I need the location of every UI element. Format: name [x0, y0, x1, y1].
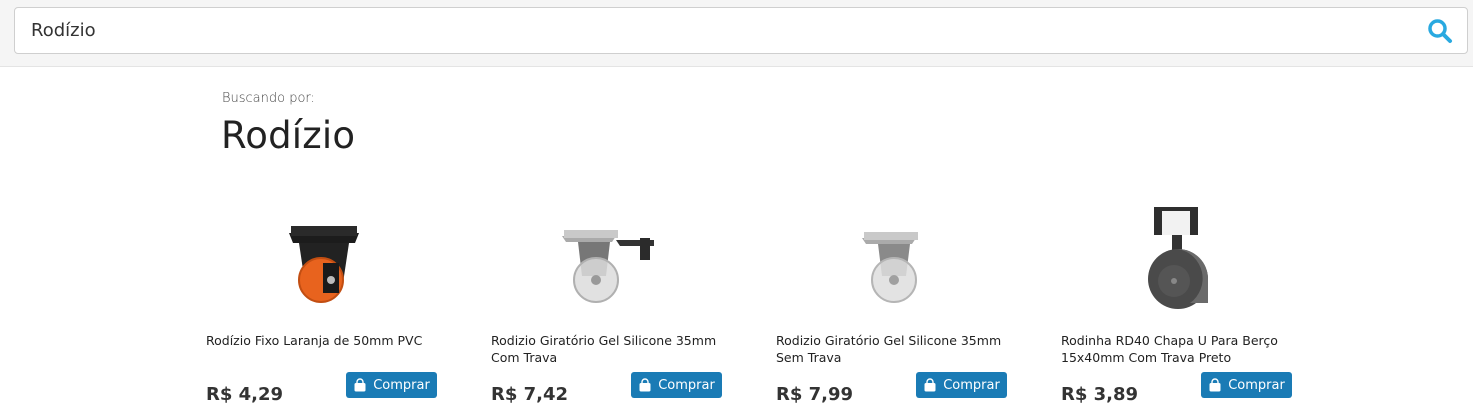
search-label: Buscando por: — [222, 91, 315, 106]
product-card: Rodizio Giratório Gel Silicone 35mm Sem … — [776, 200, 1026, 418]
product-card: Rodinha RD40 Chapa U Para Berço 15x40mm … — [1061, 200, 1311, 418]
buy-button[interactable]: Comprar — [916, 372, 1007, 398]
product-price: R$ 4,29 — [206, 384, 284, 405]
shopping-bag-icon — [1209, 378, 1221, 392]
product-card: Rodízio Fixo Laranja de 50mm PVC R$ 4,29… — [206, 200, 456, 418]
product-image[interactable] — [776, 200, 1011, 315]
clear-swivel-caster-image — [861, 231, 918, 303]
clear-swivel-caster-with-brake-image — [561, 229, 654, 303]
product-name[interactable]: Rodizio Giratório Gel Silicone 35mm Com … — [491, 332, 731, 366]
product-name[interactable]: Rodinha RD40 Chapa U Para Berço 15x40mm … — [1061, 332, 1301, 366]
product-price: R$ 7,42 — [491, 384, 569, 405]
search-icon — [1428, 19, 1452, 43]
buy-button-label: Comprar — [658, 377, 715, 393]
search-box[interactable] — [14, 7, 1468, 54]
product-name[interactable]: Rodizio Giratório Gel Silicone 35mm Sem … — [776, 332, 1016, 366]
shopping-bag-icon — [924, 378, 936, 392]
buy-button-label: Comprar — [373, 377, 430, 393]
buy-button[interactable]: Comprar — [1201, 372, 1292, 398]
orange-caster-wheel-image — [288, 225, 359, 303]
product-name[interactable]: Rodízio Fixo Laranja de 50mm PVC — [206, 332, 446, 349]
buy-button-label: Comprar — [1228, 377, 1285, 393]
search-term-heading: Rodízio — [221, 114, 356, 157]
search-button[interactable] — [1425, 16, 1455, 46]
product-image[interactable] — [1061, 200, 1296, 315]
gray-crib-caster-u-plate-image — [1147, 206, 1208, 309]
product-image[interactable] — [206, 200, 441, 315]
shopping-bag-icon — [354, 378, 366, 392]
product-price: R$ 3,89 — [1061, 384, 1139, 405]
product-price: R$ 7,99 — [776, 384, 854, 405]
shopping-bag-icon — [639, 378, 651, 392]
buy-button[interactable]: Comprar — [631, 372, 722, 398]
buy-button-label: Comprar — [943, 377, 1000, 393]
product-image[interactable] — [491, 200, 726, 315]
search-input[interactable] — [31, 8, 1411, 53]
top-search-bar — [0, 0, 1473, 67]
product-card: Rodizio Giratório Gel Silicone 35mm Com … — [491, 200, 741, 418]
buy-button[interactable]: Comprar — [346, 372, 437, 398]
